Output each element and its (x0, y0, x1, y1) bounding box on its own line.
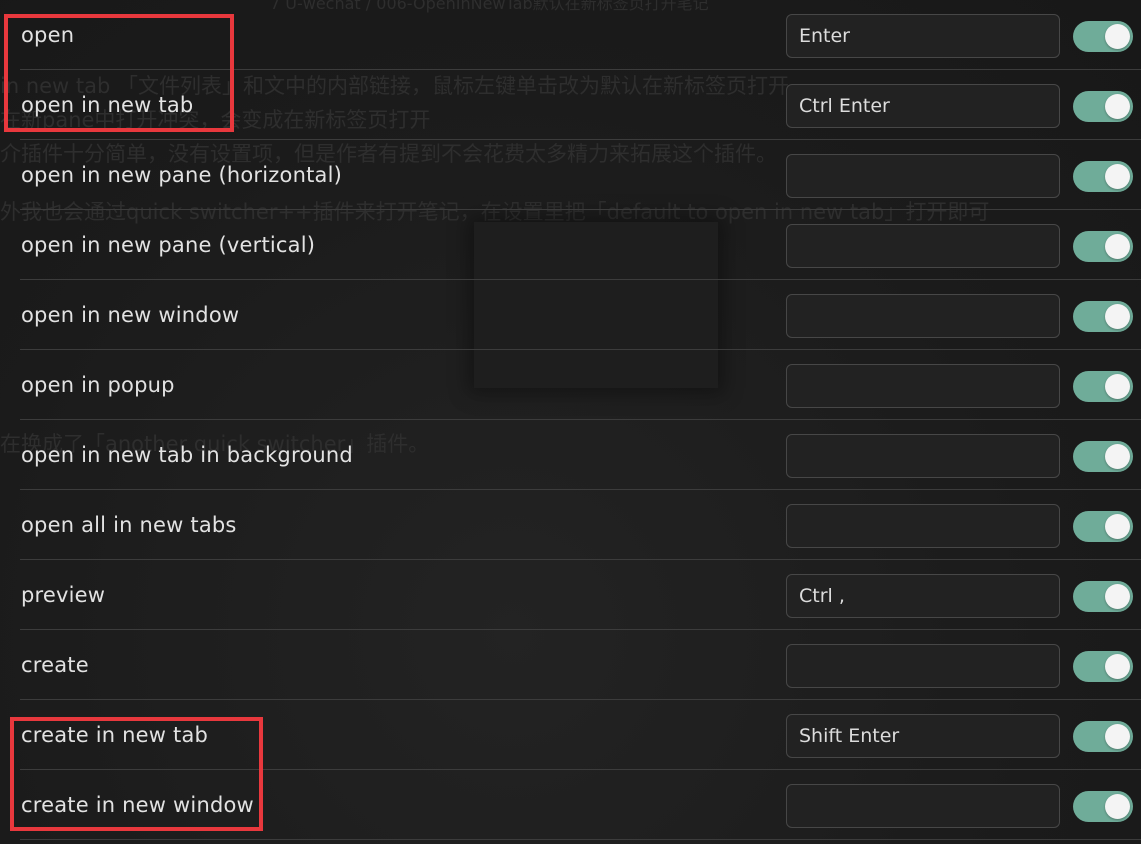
toggle-knob (1105, 94, 1130, 119)
toggle-knob (1105, 24, 1130, 49)
enable-toggle[interactable] (1073, 441, 1133, 472)
setting-label: open (21, 23, 75, 47)
setting-label: create (21, 653, 89, 677)
setting-row-open-in-new-pane-horizontal: open in new pane (horizontal) (20, 140, 1141, 210)
setting-row-open-in-new-window: open in new window (20, 280, 1141, 350)
toggle-knob (1105, 234, 1130, 259)
setting-label: open in new window (21, 303, 240, 327)
toggle-knob (1105, 794, 1130, 819)
setting-row-open-in-new-tab-in-background: open in new tab in background (20, 420, 1141, 490)
enable-toggle[interactable] (1073, 721, 1133, 752)
setting-label: open all in new tabs (21, 513, 237, 537)
settings-screen: 7 U-wecnat / 006-OpenInNewTab默认在新标签页打开笔记… (0, 0, 1141, 844)
setting-label: create in new tab (21, 723, 209, 747)
hotkey-field[interactable]: Ctrl , (786, 574, 1060, 618)
toggle-knob (1105, 584, 1130, 609)
setting-label: open in popup (21, 373, 175, 397)
hotkey-field[interactable] (786, 644, 1060, 688)
setting-row-open-in-popup: open in popup (20, 350, 1141, 420)
hotkey-field[interactable]: Enter (786, 14, 1060, 58)
hotkey-field[interactable] (786, 224, 1060, 268)
hotkey-field[interactable] (786, 364, 1060, 408)
enable-toggle[interactable] (1073, 231, 1133, 262)
hotkey-field[interactable] (786, 154, 1060, 198)
setting-label: open in new pane (vertical) (21, 233, 316, 257)
hotkey-field[interactable] (786, 504, 1060, 548)
toggle-knob (1105, 444, 1130, 469)
enable-toggle[interactable] (1073, 91, 1133, 122)
setting-row-open-in-new-pane-vertical: open in new pane (vertical) (20, 210, 1141, 280)
setting-row-open-in-new-tab: open in new tab Ctrl Enter (20, 70, 1141, 140)
command-settings-list: open Enter open in new tab Ctrl Enter op… (20, 0, 1141, 840)
setting-row-preview: preview Ctrl , (20, 560, 1141, 630)
setting-row-create-in-new-window: create in new window (20, 770, 1141, 840)
toggle-knob (1105, 304, 1130, 329)
enable-toggle[interactable] (1073, 371, 1133, 402)
setting-row-open-all-in-new-tabs: open all in new tabs (20, 490, 1141, 560)
setting-label: open in new tab in background (21, 443, 353, 467)
hotkey-field[interactable]: Ctrl Enter (786, 84, 1060, 128)
enable-toggle[interactable] (1073, 511, 1133, 542)
enable-toggle[interactable] (1073, 301, 1133, 332)
setting-label: open in new tab (21, 93, 194, 117)
enable-toggle[interactable] (1073, 161, 1133, 192)
setting-row-create-in-new-tab: create in new tab Shift Enter (20, 700, 1141, 770)
enable-toggle[interactable] (1073, 581, 1133, 612)
hotkey-field[interactable] (786, 784, 1060, 828)
setting-label: create in new window (21, 793, 254, 817)
enable-toggle[interactable] (1073, 791, 1133, 822)
toggle-knob (1105, 724, 1130, 749)
hotkey-field[interactable]: Shift Enter (786, 714, 1060, 758)
toggle-knob (1105, 374, 1130, 399)
toggle-knob (1105, 654, 1130, 679)
setting-label: open in new pane (horizontal) (21, 163, 343, 187)
toggle-knob (1105, 514, 1130, 539)
toggle-knob (1105, 164, 1130, 189)
setting-row-create: create (20, 630, 1141, 700)
enable-toggle[interactable] (1073, 21, 1133, 52)
setting-label: preview (21, 583, 106, 607)
enable-toggle[interactable] (1073, 651, 1133, 682)
setting-row-open: open Enter (20, 0, 1141, 70)
hotkey-field[interactable] (786, 294, 1060, 338)
hotkey-field[interactable] (786, 434, 1060, 478)
